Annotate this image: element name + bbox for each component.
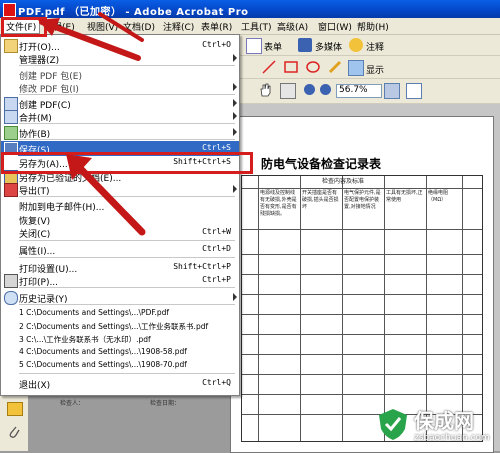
pencil-tool-icon[interactable] <box>328 60 342 74</box>
annotation-arrow-top <box>38 12 144 61</box>
oval-tool-icon[interactable] <box>306 60 320 74</box>
submenu-arrow-icon <box>233 53 237 62</box>
menu-item-properties[interactable]: 属性(I)... Ctrl+D <box>1 242 239 257</box>
menu-item-shortcut: Ctrl+Q <box>202 378 231 388</box>
comments-panel-icon[interactable] <box>7 402 23 416</box>
acrobat-app-icon <box>3 3 16 17</box>
menu-item-recent-file[interactable]: 5 C:\Documents and Settings\...\1908-70.… <box>1 358 239 373</box>
menu-forms[interactable]: 表单(R) <box>201 20 232 33</box>
menu-comments[interactable]: 注释(C) <box>163 20 194 33</box>
hand-tool-icon[interactable] <box>258 83 272 97</box>
menu-item-label: 5 C:\Documents and Settings\...\1908-70.… <box>19 360 187 370</box>
watermark-url: zsbaochuan.com <box>414 433 490 443</box>
menu-item-exit[interactable]: 退出(X) Ctrl+Q <box>1 376 239 391</box>
submenu-arrow-icon <box>233 292 237 301</box>
fit-page-icon[interactable] <box>384 83 400 99</box>
column-header: 电气保护元件,是否配置电保护装置,对接地情况 <box>344 190 381 210</box>
form-icon <box>246 38 262 54</box>
table-section-header: 检查内容及标准 <box>322 178 365 185</box>
menu-item-label: 4 C:\Documents and Settings\...\1908-58.… <box>19 347 187 357</box>
submenu-arrow-icon <box>233 82 237 91</box>
export-icon <box>4 182 18 197</box>
submenu-arrow-icon <box>233 98 237 107</box>
watermark: 保成网 zsbaochuan.com <box>376 403 494 447</box>
collaborate-icon <box>4 125 18 140</box>
column-header: 绝缘电阻（MΩ） <box>428 190 449 203</box>
submenu-arrow-icon <box>233 111 237 120</box>
marquee-zoom-icon[interactable] <box>280 83 296 99</box>
document-title: 防电气设备检查记录表 <box>261 157 382 171</box>
annotation-arrow-save <box>66 154 146 236</box>
multimedia-button[interactable]: 多媒体 <box>315 40 342 53</box>
menu-item-print[interactable]: 打印(P)... Ctrl+P <box>1 273 239 289</box>
footer-date-label: 检查日期： <box>150 400 181 407</box>
rectangle-tool-icon[interactable] <box>284 60 298 74</box>
inspection-table: 检查内容及标准 电源线及控制线有无破损,外壳是否有变形,是否有残损缺损。 开关插… <box>241 175 483 442</box>
submenu-arrow-icon <box>233 127 237 136</box>
forms-button[interactable]: 表单 <box>264 40 282 53</box>
submenu-arrow-icon <box>233 184 237 193</box>
menu-window[interactable]: 窗口(W) <box>318 20 352 33</box>
toolbar-tasks: 表单 多媒体 注释 <box>240 35 500 56</box>
column-header: 电源线及控制线有无破损,外壳是否有变形,是否有残损缺损。 <box>260 190 297 217</box>
menu-advanced[interactable]: 高级(A) <box>277 20 308 33</box>
toolbar-drawing: 显示 <box>240 56 500 79</box>
comment-icon <box>349 38 363 52</box>
history-clock-icon <box>4 290 18 305</box>
menu-tools[interactable]: 工具(T) <box>241 20 272 33</box>
menu-item-collaborate[interactable]: 协作(B) <box>1 125 239 140</box>
column-header: 工具有无损坏,正常使用 <box>386 190 423 203</box>
column-header: 开关插座是否有破损,插头是否损坏 <box>302 190 339 210</box>
menu-item-modify-pdf-package[interactable]: 修改 PDF 包(I) <box>1 80 239 95</box>
zoom-level-input[interactable]: 56.7% <box>336 84 382 98</box>
watermark-title: 保成网 <box>414 409 474 433</box>
line-tool-icon[interactable] <box>262 60 276 74</box>
document-footer: 检查人： 检查日期： <box>30 396 230 410</box>
zoom-out-icon[interactable] <box>304 84 315 95</box>
menu-item-combine[interactable]: 合并(M) <box>1 109 239 124</box>
menu-item-label: 退出(X) <box>19 381 51 392</box>
side-panel-bottom <box>0 394 28 451</box>
toolbar-navigation: 56.7% <box>240 79 500 104</box>
zoom-in-icon[interactable] <box>320 84 331 95</box>
combine-files-icon <box>4 109 18 124</box>
display-button[interactable]: 显示 <box>366 63 384 76</box>
display-icon <box>348 60 364 76</box>
menu-item-history[interactable]: 历史记录(Y) <box>1 290 239 305</box>
fit-width-icon[interactable] <box>406 83 422 99</box>
footer-inspector-label: 检查人： <box>60 400 85 407</box>
attachments-panel-icon[interactable] <box>7 424 21 440</box>
watermark-shield-icon <box>379 409 407 440</box>
multimedia-icon <box>298 38 312 52</box>
menu-help[interactable]: 帮助(H) <box>357 20 389 33</box>
printer-icon <box>4 274 18 289</box>
comment-button[interactable]: 注释 <box>366 40 384 53</box>
